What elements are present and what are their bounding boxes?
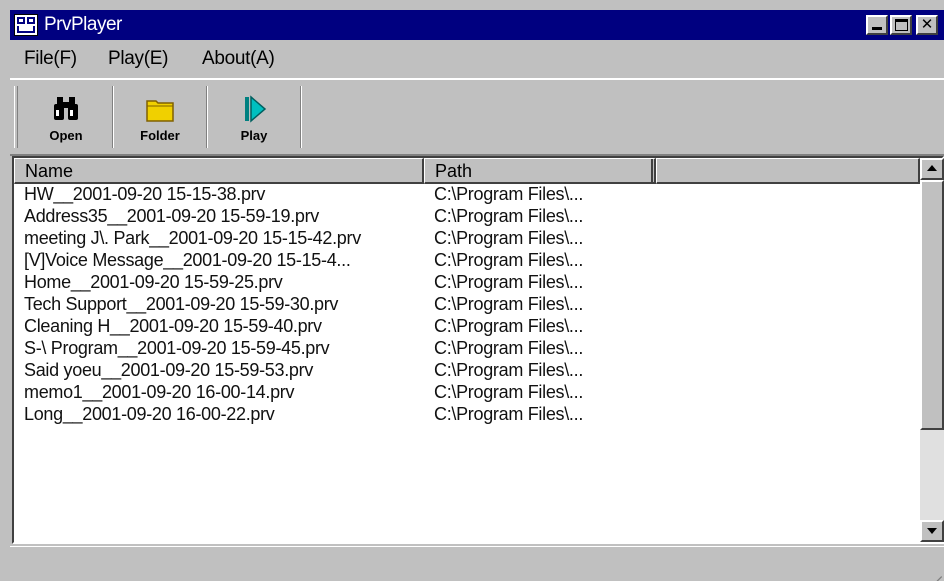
play-button-label: Play: [240, 128, 268, 143]
maximize-icon: [895, 19, 908, 31]
file-name: Said yoeu__2001-09-20 15-59-53.prv: [24, 360, 314, 380]
toolbar: Open Folder Play: [10, 78, 944, 156]
file-path: C:\Program Files\...: [434, 294, 584, 314]
file-name: memo1__2001-09-20 16-00-14.prv: [24, 382, 295, 402]
menu-about[interactable]: About(A): [202, 48, 275, 70]
file-name: S-\ Program__2001-09-20 15-59-45.prv: [24, 338, 330, 358]
file-name: [V]Voice Message__2001-09-20 15-15-4...: [24, 250, 351, 270]
file-name: Home__2001-09-20 15-59-25.prv: [24, 272, 283, 292]
scroll-thumb[interactable]: [920, 180, 944, 430]
list-item[interactable]: Home__2001-09-20 15-59-25.prv C:\Program …: [14, 272, 920, 294]
file-path: C:\Program Files\...: [434, 184, 584, 204]
close-button[interactable]: ✕: [916, 15, 938, 35]
list-rows: HW__2001-09-20 15-15-38.prv C:\Program Fi…: [14, 184, 920, 426]
arrow-up-icon: [927, 165, 937, 171]
list-item[interactable]: Long__2001-09-20 16-00-22.prv C:\Program …: [14, 404, 920, 426]
list-item[interactable]: Address35__2001-09-20 15-59-19.prv C:\Pro…: [14, 206, 920, 228]
column-header-path[interactable]: Path: [424, 158, 656, 184]
file-path: C:\Program Files\...: [434, 206, 584, 226]
app-icon[interactable]: [14, 14, 38, 36]
folder-button[interactable]: Folder: [114, 84, 206, 150]
toolbar-separator: [300, 86, 302, 148]
status-bar: [10, 546, 944, 581]
app-window: PrvPlayer ✕ File(F) Play(E) About(A) Ope…: [10, 10, 944, 581]
folder-icon: [146, 100, 174, 122]
menu-play[interactable]: Play(E): [108, 48, 169, 70]
folder-button-label: Folder: [140, 128, 180, 143]
title-bar[interactable]: PrvPlayer ✕: [10, 10, 944, 40]
minimize-icon: [872, 27, 882, 30]
binoculars-icon: [54, 97, 78, 120]
open-button[interactable]: Open: [20, 84, 112, 150]
file-name: Tech Support__2001-09-20 15-59-30.prv: [24, 294, 339, 314]
list-item[interactable]: Said yoeu__2001-09-20 15-59-53.prv C:\Pro…: [14, 360, 920, 382]
file-path: C:\Program Files\...: [434, 404, 584, 424]
file-name: meeting J\. Park__2001-09-20 15-15-42.pr…: [24, 228, 361, 248]
open-button-label: Open: [49, 128, 83, 143]
close-icon: ✕: [920, 16, 934, 33]
list-item[interactable]: HW__2001-09-20 15-15-38.prv C:\Program Fi…: [14, 184, 920, 206]
file-list[interactable]: Name Path HW__2001-09-20 15-15-38.prv C:\…: [12, 156, 944, 544]
list-item[interactable]: memo1__2001-09-20 16-00-14.prv C:\Program…: [14, 382, 920, 404]
file-path: C:\Program Files\...: [434, 360, 584, 380]
list-item[interactable]: S-\ Program__2001-09-20 15-59-45.prv C:\P…: [14, 338, 920, 360]
file-name: Address35__2001-09-20 15-59-19.prv: [24, 206, 320, 226]
file-path: C:\Program Files\...: [434, 228, 584, 248]
list-item[interactable]: meeting J\. Park__2001-09-20 15-15-42.pr…: [14, 228, 920, 250]
list-item[interactable]: Tech Support__2001-09-20 15-59-30.prv C:\…: [14, 294, 920, 316]
menu-file[interactable]: File(F): [24, 48, 77, 70]
menu-bar: File(F) Play(E) About(A): [10, 42, 944, 76]
window-title: PrvPlayer: [44, 14, 122, 35]
file-path: C:\Program Files\...: [434, 382, 584, 402]
play-icon: [245, 95, 267, 123]
column-header-name[interactable]: Name: [14, 158, 424, 184]
play-button[interactable]: Play: [208, 84, 300, 150]
toolbar-grip[interactable]: [14, 86, 18, 148]
file-path: C:\Program Files\...: [434, 250, 584, 270]
resize-grip-icon[interactable]: [926, 563, 942, 581]
arrow-down-icon: [927, 528, 937, 534]
file-path: C:\Program Files\...: [434, 338, 584, 358]
maximize-button[interactable]: [890, 15, 912, 35]
file-path: C:\Program Files\...: [434, 316, 584, 336]
vertical-scrollbar[interactable]: [920, 158, 944, 542]
file-path: C:\Program Files\...: [434, 272, 584, 292]
scroll-up-button[interactable]: [920, 158, 944, 180]
minimize-button[interactable]: [866, 15, 888, 35]
scroll-down-button[interactable]: [920, 520, 944, 542]
file-name: Cleaning H__2001-09-20 15-59-40.prv: [24, 316, 322, 336]
column-header-empty[interactable]: [651, 158, 920, 184]
file-name: HW__2001-09-20 15-15-38.prv: [24, 184, 266, 204]
list-item[interactable]: [V]Voice Message__2001-09-20 15-15-4... C…: [14, 250, 920, 272]
list-item[interactable]: Cleaning H__2001-09-20 15-59-40.prv C:\Pr…: [14, 316, 920, 338]
file-name: Long__2001-09-20 16-00-22.prv: [24, 404, 275, 424]
